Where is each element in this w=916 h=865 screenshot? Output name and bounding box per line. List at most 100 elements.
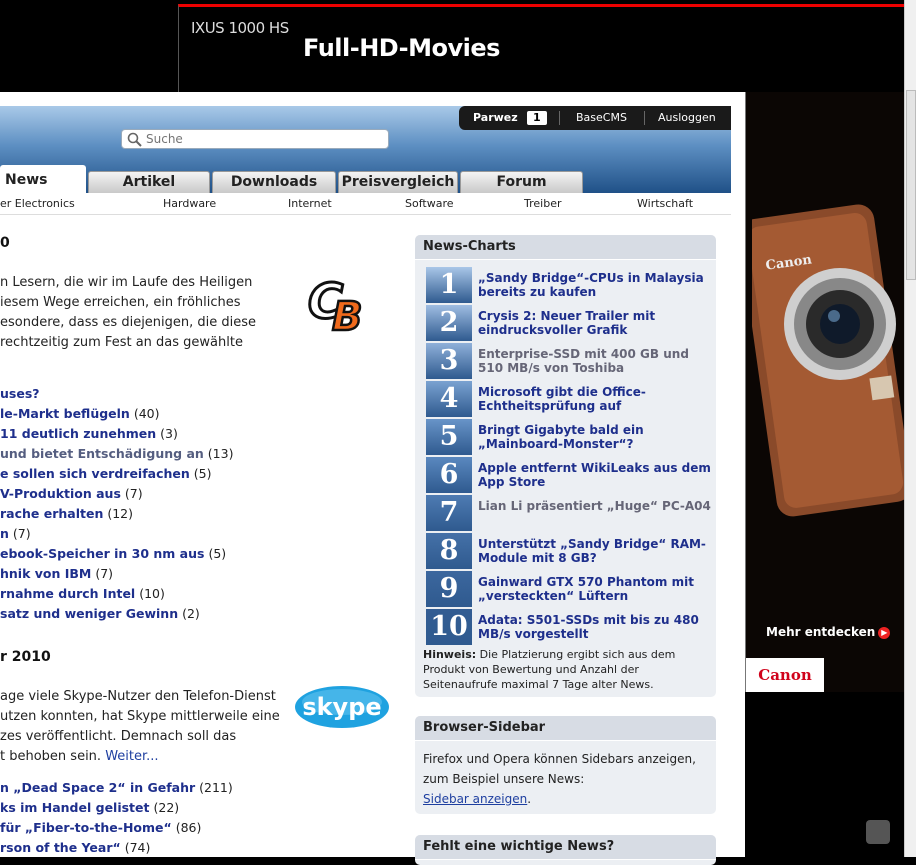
- list-item[interactable]: ks im Handel gelistet (22): [0, 798, 233, 818]
- tab-artikel[interactable]: Artikel: [88, 171, 210, 193]
- right-skyscraper-ad[interactable]: Canon Mehr entdecken ▶ Canon: [745, 92, 906, 692]
- teaser-line: age viele Skype-Nutzer den Telefon-Diens…: [0, 689, 276, 704]
- search-input[interactable]: [146, 131, 382, 147]
- comment-count: (12): [107, 506, 134, 521]
- tab-downloads[interactable]: Downloads: [212, 171, 336, 193]
- search-box[interactable]: [121, 129, 389, 149]
- subnav-treiber[interactable]: Treiber: [524, 197, 561, 210]
- tab-preisvergleich[interactable]: Preisvergleich: [338, 171, 458, 193]
- news-chart-item[interactable]: 3 Enterprise-SSD mit 400 GB und 510 MB/s …: [426, 343, 716, 379]
- missing-news-title[interactable]: Fehlt eine wichtige News?: [415, 835, 716, 860]
- link-title[interactable]: e sollen sich verdreifachen: [0, 466, 190, 481]
- news-chart-link[interactable]: Microsoft gibt die Office-Echtheitsprüfu…: [478, 385, 714, 413]
- link-title[interactable]: satz und weniger Gewinn: [0, 606, 178, 621]
- rank-number: 2: [426, 305, 472, 341]
- resize-grip-icon[interactable]: [866, 820, 890, 844]
- link-title[interactable]: V-Produktion aus: [0, 486, 121, 501]
- sidebar-link[interactable]: Sidebar anzeigen: [423, 792, 527, 806]
- news-chart-item[interactable]: 8 Unterstützt „Sandy Bridge“ RAM-Module m…: [426, 533, 716, 569]
- news-chart-link[interactable]: Gainward GTX 570 Phantom mit „versteckte…: [478, 575, 714, 603]
- list-item[interactable]: n „Dead Space 2“ in Gefahr (211): [0, 778, 233, 798]
- list-item[interactable]: satz und weniger Gewinn (2): [0, 604, 233, 624]
- article-title[interactable]: 0: [0, 235, 10, 251]
- subnav-hardware[interactable]: Hardware: [163, 197, 216, 210]
- username[interactable]: Parwez: [473, 106, 518, 130]
- news-chart-item[interactable]: 4 Microsoft gibt die Office-Echtheitsprüf…: [426, 381, 716, 417]
- rank-number: 6: [426, 457, 472, 493]
- list-item[interactable]: rache erhalten (12): [0, 504, 233, 524]
- sub-navigation: er Electronics Hardware Internet Softwar…: [0, 193, 731, 215]
- news-chart-link[interactable]: Crysis 2: Neuer Trailer mit eindrucksvol…: [478, 309, 714, 337]
- news-chart-item[interactable]: 9 Gainward GTX 570 Phantom mit „versteckt…: [426, 571, 716, 607]
- link-title[interactable]: ebook-Speicher in 30 nm aus: [0, 546, 204, 561]
- link-title[interactable]: uses?: [0, 386, 40, 401]
- list-item[interactable]: rnahme durch Intel (10): [0, 584, 233, 604]
- news-chart-item[interactable]: 7 Lian Li präsentiert „Huge“ PC-A04: [426, 495, 716, 531]
- hint-label: Hinweis:: [423, 648, 477, 661]
- news-chart-link[interactable]: „Sandy Bridge“-CPUs in Malaysia bereits …: [478, 271, 714, 299]
- list-item[interactable]: n (7): [0, 524, 233, 544]
- link-title[interactable]: 11 deutlich zunehmen: [0, 426, 156, 441]
- list-item[interactable]: hnik von IBM (7): [0, 564, 233, 584]
- list-item[interactable]: für „Fiber-to-the-Home“ (86): [0, 818, 233, 838]
- list-item[interactable]: V-Produktion aus (7): [0, 484, 233, 504]
- comment-count: (40): [133, 406, 160, 421]
- link-title[interactable]: n „Dead Space 2“ in Gefahr: [0, 780, 195, 795]
- subnav-internet[interactable]: Internet: [288, 197, 332, 210]
- news-chart-link[interactable]: Lian Li präsentiert „Huge“ PC-A04: [478, 499, 714, 513]
- subnav-software[interactable]: Software: [405, 197, 454, 210]
- list-item[interactable]: rson of the Year“ (74): [0, 838, 233, 858]
- list-item[interactable]: und bietet Entschädigung an (13): [0, 444, 233, 464]
- period: .: [527, 792, 532, 806]
- comment-count: (7): [12, 526, 31, 541]
- news-chart-link[interactable]: Adata: S501-SSDs mit bis zu 480 MB/s vor…: [478, 613, 714, 641]
- news-chart-link[interactable]: Bringt Gigabyte bald ein „Mainboard-Mons…: [478, 423, 714, 451]
- news-chart-link[interactable]: Unterstützt „Sandy Bridge“ RAM-Module mi…: [478, 537, 714, 565]
- comment-count: (86): [175, 820, 202, 835]
- list-item[interactable]: 11 deutlich zunehmen (3): [0, 424, 233, 444]
- scrollbar-thumb[interactable]: [906, 90, 916, 280]
- message-count-badge[interactable]: 1: [527, 111, 547, 125]
- link-title[interactable]: rache erhalten: [0, 506, 103, 521]
- news-chart-link[interactable]: Enterprise-SSD mit 400 GB und 510 MB/s v…: [478, 347, 714, 375]
- comment-count: (2): [182, 606, 200, 621]
- link-title[interactable]: für „Fiber-to-the-Home“: [0, 820, 172, 835]
- more-link[interactable]: Mehr entdecken ▶: [766, 625, 891, 639]
- link-title[interactable]: und bietet Entschädigung an: [0, 446, 204, 461]
- rank-number: 3: [426, 343, 472, 379]
- cb-logo: C B: [307, 273, 364, 337]
- article-title[interactable]: r 2010: [0, 649, 51, 665]
- link-title[interactable]: n: [0, 526, 9, 541]
- svg-text:skype: skype: [302, 693, 381, 721]
- news-chart-item[interactable]: 1 „Sandy Bridge“-CPUs in Malaysia bereits…: [426, 267, 716, 303]
- logout-link[interactable]: Ausloggen: [658, 106, 716, 130]
- tab-news[interactable]: News: [0, 165, 86, 194]
- subnav-consumer-electronics[interactable]: er Electronics: [0, 197, 75, 210]
- rank-number: 5: [426, 419, 472, 455]
- link-title[interactable]: le-Markt beflügeln: [0, 406, 130, 421]
- list-item[interactable]: le-Markt beflügeln (40): [0, 404, 233, 424]
- news-chart-link[interactable]: Apple entfernt WikiLeaks aus dem App Sto…: [478, 461, 714, 489]
- list-item[interactable]: ebook-Speicher in 30 nm aus (5): [0, 544, 233, 564]
- link-title[interactable]: ks im Handel gelistet: [0, 800, 150, 815]
- news-chart-item[interactable]: 6 Apple entfernt WikiLeaks aus dem App St…: [426, 457, 716, 493]
- news-chart-item[interactable]: 2 Crysis 2: Neuer Trailer mit eindrucksvo…: [426, 305, 716, 341]
- news-chart-item[interactable]: 10 Adata: S501-SSDs mit bis zu 480 MB/s v…: [426, 609, 716, 645]
- link-title[interactable]: hnik von IBM: [0, 566, 91, 581]
- link-title[interactable]: rnahme durch Intel: [0, 586, 135, 601]
- news-chart-item[interactable]: 5 Bringt Gigabyte bald ein „Mainboard-Mon…: [426, 419, 716, 455]
- tab-forum[interactable]: Forum: [460, 171, 583, 193]
- read-more-link[interactable]: Weiter...: [105, 749, 158, 764]
- teaser-line: esondere, dass es diejenigen, die diese: [0, 315, 257, 330]
- browser-sidebar-text: Firefox und Opera können Sidebars anzeig…: [423, 752, 696, 786]
- list-item[interactable]: uses?: [0, 384, 233, 404]
- related-links: n „Dead Space 2“ in Gefahr (211) ks im H…: [0, 778, 233, 858]
- scrollbar[interactable]: [904, 0, 916, 857]
- teaser-line: iesem Wege erreichen, ein fröhliches: [0, 295, 241, 310]
- link-title[interactable]: rson of the Year“: [0, 840, 121, 855]
- basecms-link[interactable]: BaseCMS: [576, 106, 627, 130]
- teaser-line: t behoben sein.: [0, 749, 102, 764]
- list-item[interactable]: e sollen sich verdreifachen (5): [0, 464, 233, 484]
- subnav-wirtschaft[interactable]: Wirtschaft: [637, 197, 693, 210]
- top-banner-ad[interactable]: IXUS 1000 HS Full-HD-Movies: [178, 4, 916, 92]
